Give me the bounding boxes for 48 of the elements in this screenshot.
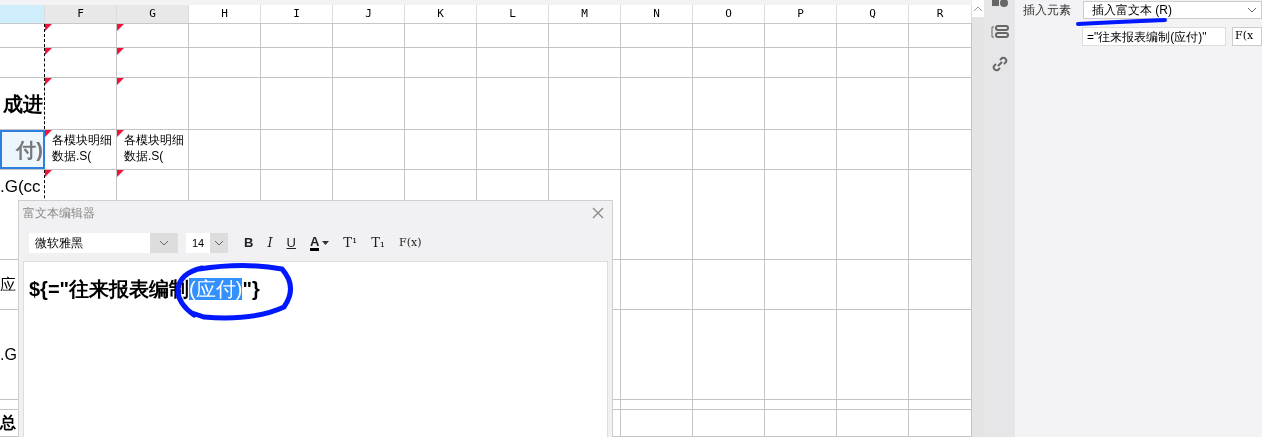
cell-text: 各模块明细数据.S( [124,132,185,164]
column-header[interactable]: N [621,5,693,23]
cell-text: 成进 [3,91,43,117]
scroll-up-icon[interactable] [972,0,985,17]
caret-icon[interactable] [322,241,330,245]
link-icon[interactable] [991,56,1008,72]
font-select[interactable]: 微软雅黑 [29,233,178,253]
column-header[interactable]: Q [837,5,909,23]
close-icon[interactable] [592,207,604,219]
info-icon[interactable] [991,0,1008,8]
size-select[interactable]: 14 [186,233,228,253]
cell-text: 付) [16,137,43,163]
chevron-down-icon[interactable] [214,240,224,246]
column-header[interactable]: I [261,5,333,23]
underline-button[interactable]: U [286,233,296,253]
table-cell[interactable]: 各模块明细数据.S( [45,130,117,169]
cell-text: .G(cc [0,176,41,198]
layout-icon[interactable] [990,25,1009,39]
column-header[interactable]: G [117,5,189,23]
sub-button[interactable]: T₁ [371,233,386,253]
formula-button[interactable]: F(x [1232,27,1262,46]
column-header[interactable]: O [693,5,765,23]
column-header[interactable]: L [477,5,549,23]
cell-text: 应 [0,274,16,295]
sup-button[interactable]: T¹ [343,233,358,253]
italic-button[interactable]: I [267,233,273,253]
cell-text: 总 [0,413,16,433]
cell-text: 各模块明细数据.S( [52,132,113,164]
chevron-down-icon[interactable] [159,240,169,246]
column-header[interactable]: P [765,5,837,23]
table-cell[interactable]: 付) [0,130,45,169]
column-header[interactable]: K [405,5,477,23]
formula-field[interactable]: ="往来报表编制(应付)" [1082,27,1226,46]
column-header[interactable] [0,5,45,23]
element-select[interactable]: 插入富文本 (R) [1083,1,1262,19]
column-header[interactable]: H [189,5,261,23]
column-header[interactable]: M [549,5,621,23]
field-label: 插入元素 [1023,2,1071,19]
font-color-button[interactable]: A [309,235,320,251]
column-header[interactable]: F [45,5,117,23]
column-header[interactable]: J [333,5,405,23]
cell-text: .G [0,344,17,365]
bold-button[interactable]: B [244,233,254,253]
formula-button[interactable]: F(x) [399,234,422,252]
column-header[interactable]: R [909,5,972,23]
dialog-title: 富文本编辑器 [23,205,95,222]
chevron-down-icon[interactable] [1247,7,1257,13]
table-cell[interactable]: 各模块明细数据.S( [117,130,189,169]
